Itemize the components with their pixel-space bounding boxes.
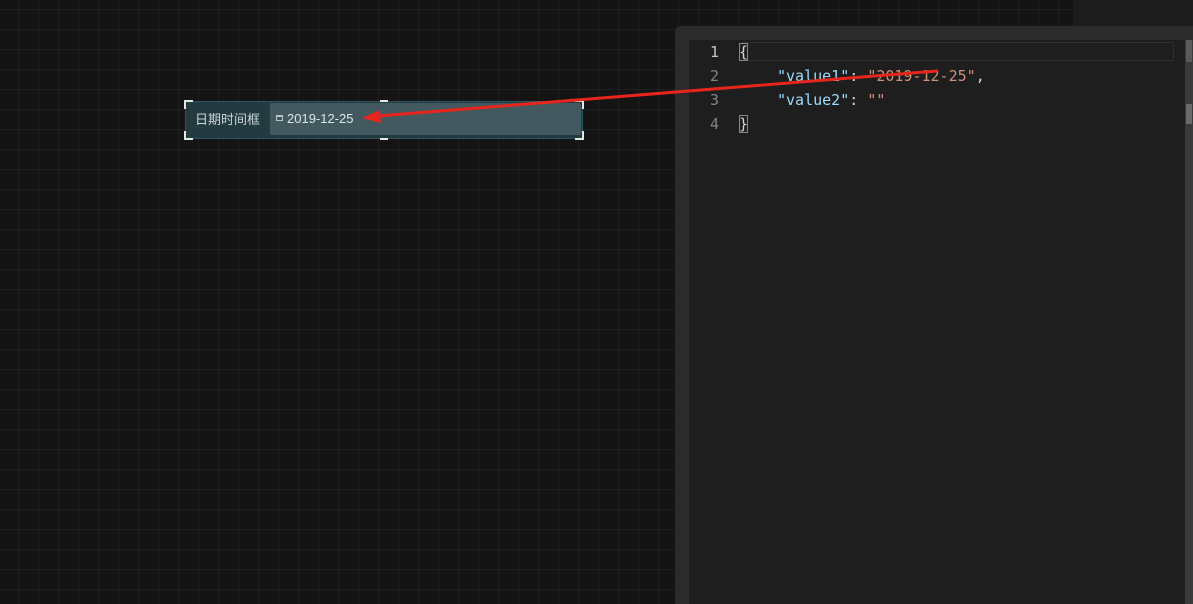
- selection-handle-bottom[interactable]: [380, 138, 388, 140]
- line-number: 2: [709, 67, 719, 85]
- widget-label: 日期时间框: [195, 112, 261, 127]
- line-number: 1: [709, 43, 719, 61]
- date-value: 2019-12-25: [287, 111, 354, 126]
- json-colon: :: [849, 91, 868, 109]
- line-number: 4: [709, 115, 719, 133]
- json-key: "value2": [777, 91, 850, 109]
- json-editor-panel: 1 2 3 4 { "value1": "2019-12-25", "value…: [675, 26, 1193, 604]
- code-line: "value2": "": [777, 88, 885, 112]
- json-close-brace: }: [739, 115, 749, 133]
- json-colon: :: [849, 67, 868, 85]
- json-open-brace: {: [739, 43, 749, 61]
- line-number: 3: [709, 91, 719, 109]
- scrollbar-thumb[interactable]: [1186, 104, 1192, 124]
- code-line: }: [739, 112, 749, 136]
- date-input[interactable]: 2019-12-25: [270, 103, 581, 135]
- json-comma: ,: [975, 67, 985, 85]
- current-line-highlight: [742, 42, 1174, 61]
- selection-handle-top-left[interactable]: [184, 100, 193, 109]
- code-editor[interactable]: 1 2 3 4 { "value1": "2019-12-25", "value…: [689, 40, 1193, 604]
- code-line: {: [739, 40, 749, 64]
- json-string-value: "2019-12-25": [867, 67, 976, 85]
- json-key: "value1": [777, 67, 850, 85]
- selection-handle-top[interactable]: [380, 100, 388, 102]
- vertical-scrollbar[interactable]: [1185, 40, 1193, 604]
- calendar-icon: [276, 115, 283, 121]
- scrollbar-cursor-marker: [1186, 40, 1192, 62]
- datetime-widget[interactable]: 日期时间框 2019-12-25: [184, 100, 584, 140]
- selection-handle-bottom-left[interactable]: [184, 131, 193, 140]
- json-string-value: "": [867, 91, 886, 109]
- top-right-strip: [1073, 0, 1193, 26]
- code-line: "value1": "2019-12-25",: [777, 64, 985, 88]
